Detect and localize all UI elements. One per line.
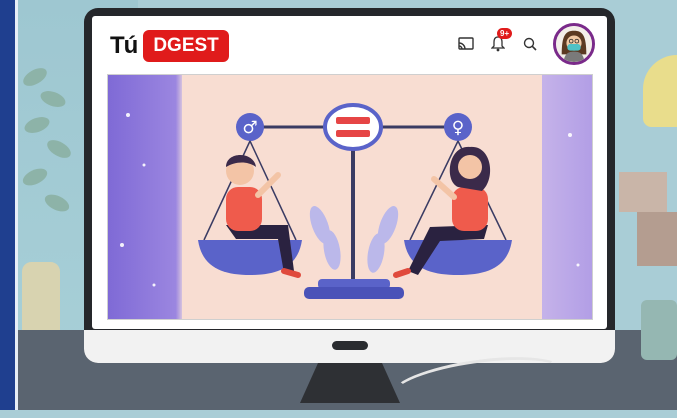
left-frame-bar — [0, 0, 18, 410]
app-header: Tú DGEST 9+ — [92, 16, 607, 74]
cast-icon[interactable] — [457, 35, 475, 53]
avatar[interactable] — [553, 23, 595, 65]
storage-box — [637, 212, 677, 266]
logo-text: Tú — [110, 32, 138, 59]
storage-box — [619, 172, 667, 212]
power-button[interactable] — [332, 341, 368, 350]
screen: Tú DGEST 9+ ♂ ♀ — [92, 16, 607, 329]
header-actions: 9+ — [457, 23, 595, 65]
bell-icon[interactable]: 9+ — [489, 28, 513, 53]
search-icon[interactable] — [521, 35, 539, 53]
scene: Tú DGEST 9+ ♂ ♀ — [0, 0, 677, 418]
logo[interactable]: Tú DGEST — [110, 30, 229, 62]
lamp — [643, 55, 677, 127]
mug — [641, 300, 677, 360]
female-symbol: ♀ — [452, 118, 464, 138]
balance-scale-art: ♂ ♀ — [120, 103, 580, 299]
male-symbol: ♂ — [242, 118, 257, 138]
gender-equality-illustration: ♂ ♀ — [107, 74, 593, 320]
notification-badge: 9+ — [497, 28, 513, 39]
logo-badge: DGEST — [143, 30, 229, 62]
